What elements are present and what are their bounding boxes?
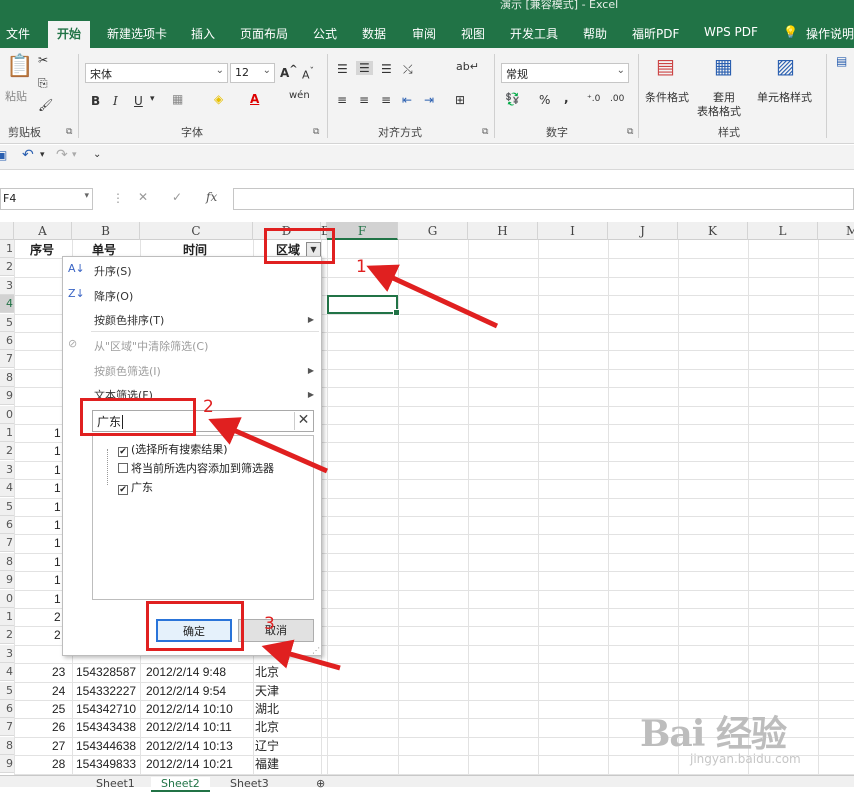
sheet-tab-3[interactable]: Sheet3	[230, 777, 269, 790]
sheet-tabs-bar: Sheet1 Sheet2 Sheet3 ⊕	[0, 775, 854, 792]
annotation-arrow-2	[208, 417, 329, 474]
sheet-tab-2[interactable]: Sheet2	[151, 777, 210, 792]
sheet-tab-1[interactable]: Sheet1	[96, 777, 135, 790]
annotation-arrow-1	[366, 264, 499, 329]
watermark-url: jingyan.baidu.com	[690, 752, 801, 766]
annotation-arrows	[208, 264, 499, 671]
add-sheet-icon[interactable]: ⊕	[316, 777, 325, 790]
watermark-logo: Bai 经验	[640, 713, 787, 755]
annotation-arrow-3	[261, 639, 341, 671]
